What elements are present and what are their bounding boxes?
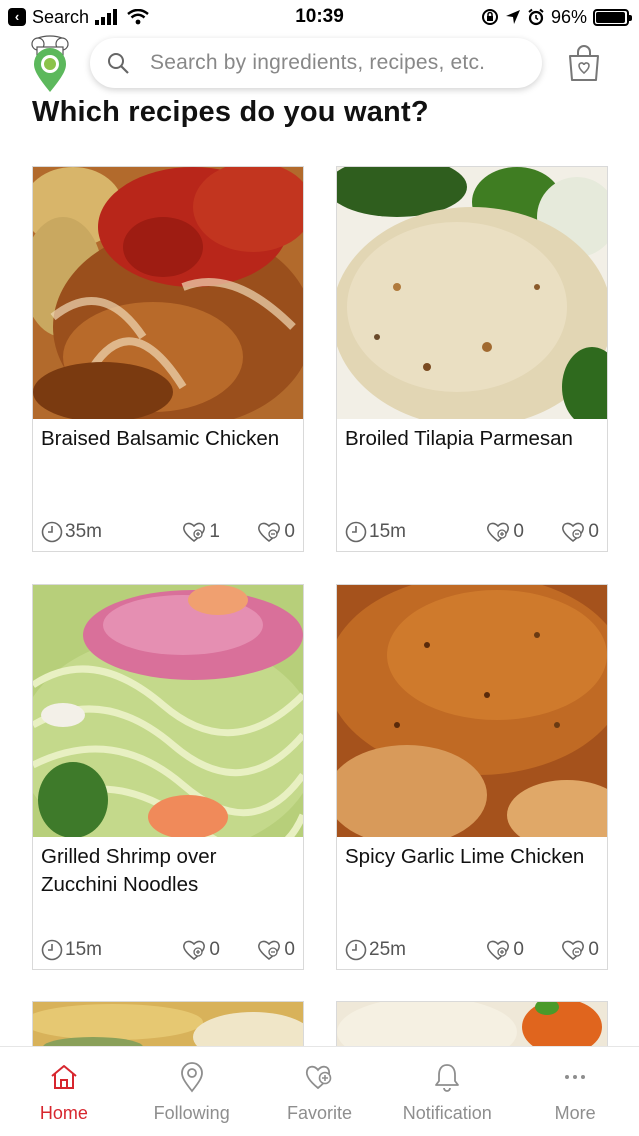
tab-home[interactable]: Home [0,1047,128,1136]
heart-plus-icon[interactable] [485,939,511,961]
like-count: 0 [513,521,524,542]
tab-favorite[interactable]: Favorite [256,1047,384,1136]
search-icon [108,53,129,74]
like-count: 1 [209,521,220,542]
location-arrow-icon [505,10,520,24]
heart-save-icon[interactable] [256,939,282,961]
tab-label: Following [153,1103,230,1123]
clock-icon [41,521,63,543]
wifi-icon [127,9,149,25]
like-count: 0 [513,939,524,960]
save-count: 0 [588,521,599,542]
heart-plus-icon[interactable] [485,521,511,543]
recipe-image[interactable] [337,167,607,419]
heart-plus-icon[interactable] [181,939,207,961]
back-chevron-icon[interactable]: ‹ [8,8,26,26]
like-control[interactable]: 0 [485,939,560,961]
save-count: 0 [284,939,295,960]
more-dots-icon [565,1075,586,1079]
cook-time: 25m [369,939,406,960]
header [0,34,639,94]
like-control[interactable]: 0 [181,939,256,961]
tab-label: More [554,1103,596,1123]
heart-plus-icon[interactable] [181,521,207,543]
heart-save-icon[interactable] [256,521,282,543]
search-bar[interactable] [90,38,542,88]
recipe-image[interactable] [33,585,303,837]
cook-time: 15m [65,939,102,960]
save-count: 0 [588,939,599,960]
save-control[interactable]: 0 [560,939,599,961]
save-count: 0 [284,521,295,542]
cook-time: 35m [65,521,102,542]
tab-following[interactable]: Following [128,1047,256,1136]
save-control[interactable]: 0 [560,521,599,543]
like-count: 0 [209,939,220,960]
battery-percent: 96% [550,6,587,27]
tab-more[interactable]: More [511,1047,639,1136]
cook-time: 15m [369,521,406,542]
recipe-title[interactable]: Braised Balsamic Chicken [41,425,297,453]
heart-save-icon[interactable] [560,521,586,543]
heart-save-icon[interactable] [560,939,586,961]
clock-icon [345,939,367,961]
lock-rotation-icon [481,9,498,25]
alarm-icon [528,8,544,26]
bottom-tab-bar: Home Following Favorite Notification Mor… [0,1046,639,1136]
recipe-title[interactable]: Broiled Tilapia Parmesan [345,425,601,453]
save-control[interactable]: 0 [256,521,295,543]
shopping-bag-icon[interactable] [566,44,602,82]
tab-notification[interactable]: Notification [383,1047,511,1136]
recipe-meta: 15m 0 0 [41,937,295,963]
recipe-card[interactable]: Grilled Shrimp over Zucchini Noodles 15m… [32,584,304,970]
clock-icon [345,521,367,543]
home-icon [51,1065,77,1089]
recipe-meta: 25m 0 0 [345,937,599,963]
page-title: Which recipes do you want? [32,96,429,128]
tab-label: Favorite [286,1103,352,1123]
app-logo[interactable] [25,34,75,94]
clock-icon [41,939,63,961]
recipe-image[interactable] [33,167,303,419]
back-to-app-label[interactable]: Search [32,7,89,28]
status-bar: ‹ Search 10:39 96% [0,0,639,34]
recipe-image[interactable] [337,585,607,837]
signal-icon [95,9,118,25]
tab-label: Notification [402,1103,492,1123]
recipe-card[interactable]: Broiled Tilapia Parmesan 15m 0 0 [336,166,608,552]
recipe-card[interactable]: Spicy Garlic Lime Chicken 25m 0 0 [336,584,608,970]
recipe-card[interactable]: Braised Balsamic Chicken 35m 1 0 [32,166,304,552]
tab-label: Home [39,1103,88,1123]
like-control[interactable]: 1 [181,521,256,543]
like-control[interactable]: 0 [485,521,560,543]
search-input[interactable] [150,51,526,75]
recipe-title[interactable]: Grilled Shrimp over Zucchini Noodles [41,843,297,899]
battery-icon [593,8,632,26]
recipe-title[interactable]: Spicy Garlic Lime Chicken [345,843,601,871]
recipe-meta: 35m 1 0 [41,519,295,545]
bell-icon [435,1064,460,1092]
save-control[interactable]: 0 [256,939,295,961]
location-pin-icon [180,1062,203,1093]
recipe-meta: 15m 0 0 [345,519,599,545]
heart-plus-icon [306,1065,332,1090]
